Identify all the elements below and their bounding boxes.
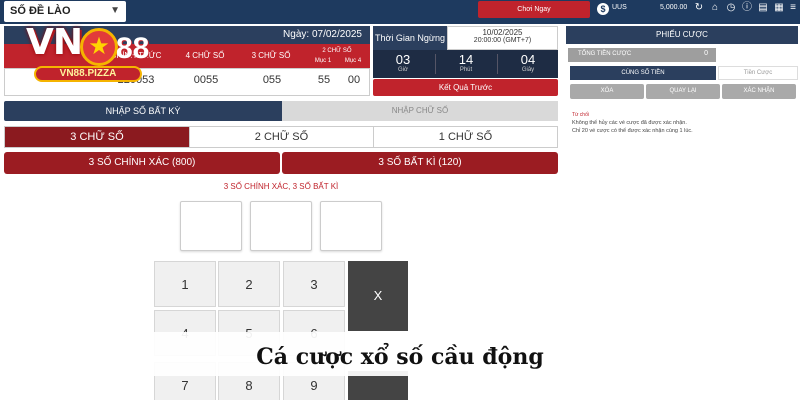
tab-2-digits[interactable]: 2 CHỮ SỐ (189, 127, 373, 147)
tab-3-digits[interactable]: 3 CHỮ SỐ (5, 127, 189, 147)
total-bet-label: TỔNG TIỀN CƯỢC (578, 51, 632, 57)
countdown-seconds: 04 Giây (498, 52, 558, 73)
value-3-digit: 055 (262, 74, 282, 86)
logo-text: VN (26, 22, 83, 63)
minutes-value: 14 (458, 52, 474, 67)
notes-icon[interactable]: ▦ (773, 2, 785, 14)
image-caption: Cá cược xổ số cầu động (256, 344, 544, 370)
digit-input-2[interactable] (250, 201, 312, 251)
clock-icon[interactable]: ◷ (725, 2, 737, 14)
dollar-icon: $ (597, 3, 609, 15)
col-item-4: Mục 4 (344, 58, 362, 64)
key-1[interactable]: 1 (154, 261, 216, 307)
stop-time-info: 10/02/2025 20:00:00 (GMT+7) (447, 26, 558, 50)
value-item-4: 00 (347, 74, 361, 86)
digit-input-1[interactable] (180, 201, 242, 251)
previous-result-button[interactable]: Kết Quả Trước (373, 79, 558, 96)
play-now-button[interactable]: Chơi Ngay (478, 1, 590, 18)
hours-value: 03 (395, 52, 411, 67)
document-icon[interactable]: ▤ (757, 2, 769, 14)
top-bar: SỐ ĐỀ LÀO ▼ Chơi Ngay $ UUS 5,000.00 ↻ ⌂… (0, 0, 800, 24)
hours-unit: Giờ (398, 67, 408, 73)
notice-line-2: Chỉ 20 vé cược có thể được xác nhận cùng… (572, 128, 693, 134)
col-3-digit: 3 CHỮ SỐ (251, 51, 291, 60)
brand-logo: VN ★ 88 VN88.PIZZA (4, 14, 149, 84)
logo-subtitle: VN88.PIZZA (34, 66, 142, 82)
draw-date: Ngày: 07/02/2025 (283, 29, 362, 40)
stake-input[interactable]: Tiền Cược (718, 66, 798, 80)
star-icon: ★ (80, 28, 118, 66)
menu-icon[interactable]: ≡ (787, 2, 799, 14)
stop-time: 20:00:00 (GMT+7) (473, 37, 532, 44)
tab-exact-3[interactable]: 3 SỐ CHÍNH XÁC (800) (4, 152, 280, 174)
back-button[interactable]: QUAY LẠI (646, 84, 720, 99)
countdown-hours: 03 Giờ (373, 52, 433, 73)
notice-line-1: Không thể hủy các vé cược đã được xác nh… (572, 120, 687, 126)
tab-any-number[interactable]: NHẬP SỐ BẤT KỲ (4, 101, 282, 121)
home-icon[interactable]: ⌂ (709, 2, 721, 14)
minutes-unit: Phút (459, 67, 473, 73)
stop-date: 10/02/2025 (482, 28, 523, 37)
clear-slip-button[interactable]: XÓA (570, 84, 644, 99)
notice-title: Từ chối (572, 112, 589, 118)
bet-type-hint: 3 SỐ CHÍNH XÁC, 3 SỐ BẤT KÌ (223, 182, 339, 191)
info-icon[interactable]: ⓘ (741, 2, 753, 14)
tab-any-3[interactable]: 3 SỐ BẤT KÌ (120) (282, 152, 558, 174)
value-item-1: 55 (317, 74, 331, 86)
tab-enter-digits[interactable]: NHẬP CHỮ SỐ (282, 101, 558, 121)
col-2-digit: 2 CHỮ SỐ (322, 48, 352, 54)
refresh-icon[interactable]: ↻ (693, 2, 705, 14)
tab-1-digit[interactable]: 1 CHỮ SỐ (373, 127, 557, 147)
total-bet-row: TỔNG TIỀN CƯỢC 0 (568, 48, 716, 62)
bet-type-tabs: 3 SỐ CHÍNH XÁC (800) 3 SỐ BẤT KÌ (120) (4, 152, 558, 174)
clear-key[interactable]: X (348, 261, 408, 331)
key-2[interactable]: 2 (218, 261, 280, 307)
currency-code: UUS (612, 4, 627, 11)
seconds-unit: Giây (521, 67, 535, 73)
input-mode-tabs: NHẬP SỐ BẤT KỲ NHẬP CHỮ SỐ (4, 101, 558, 121)
col-item-1: Mục 1 (314, 58, 332, 64)
total-bet-value: 0 (704, 50, 708, 57)
digit-input-3[interactable] (320, 201, 382, 251)
balance-amount: 5,000.00 (660, 4, 688, 11)
seconds-value: 04 (520, 52, 536, 67)
key-3[interactable]: 3 (283, 261, 345, 307)
countdown-timer: 03 Giờ 14 Phút 04 Giây (373, 50, 558, 78)
stop-time-label: Thời Gian Ngừng (373, 26, 447, 50)
col-4-digit: 4 CHỮ SỐ (185, 51, 225, 60)
logo-number: 88 (116, 32, 150, 65)
confirm-button[interactable]: XÁC NHẬN (722, 84, 796, 99)
bet-slip-title: PHIẾU CƯỢC (566, 26, 798, 44)
countdown-minutes: 14 Phút (436, 52, 496, 73)
same-amount-button[interactable]: CÙNG SỐ TIỀN (570, 66, 716, 80)
value-4-digit: 0055 (193, 74, 219, 86)
digit-count-tabs: 3 CHỮ SỐ 2 CHỮ SỐ 1 CHỮ SỐ (4, 126, 558, 148)
